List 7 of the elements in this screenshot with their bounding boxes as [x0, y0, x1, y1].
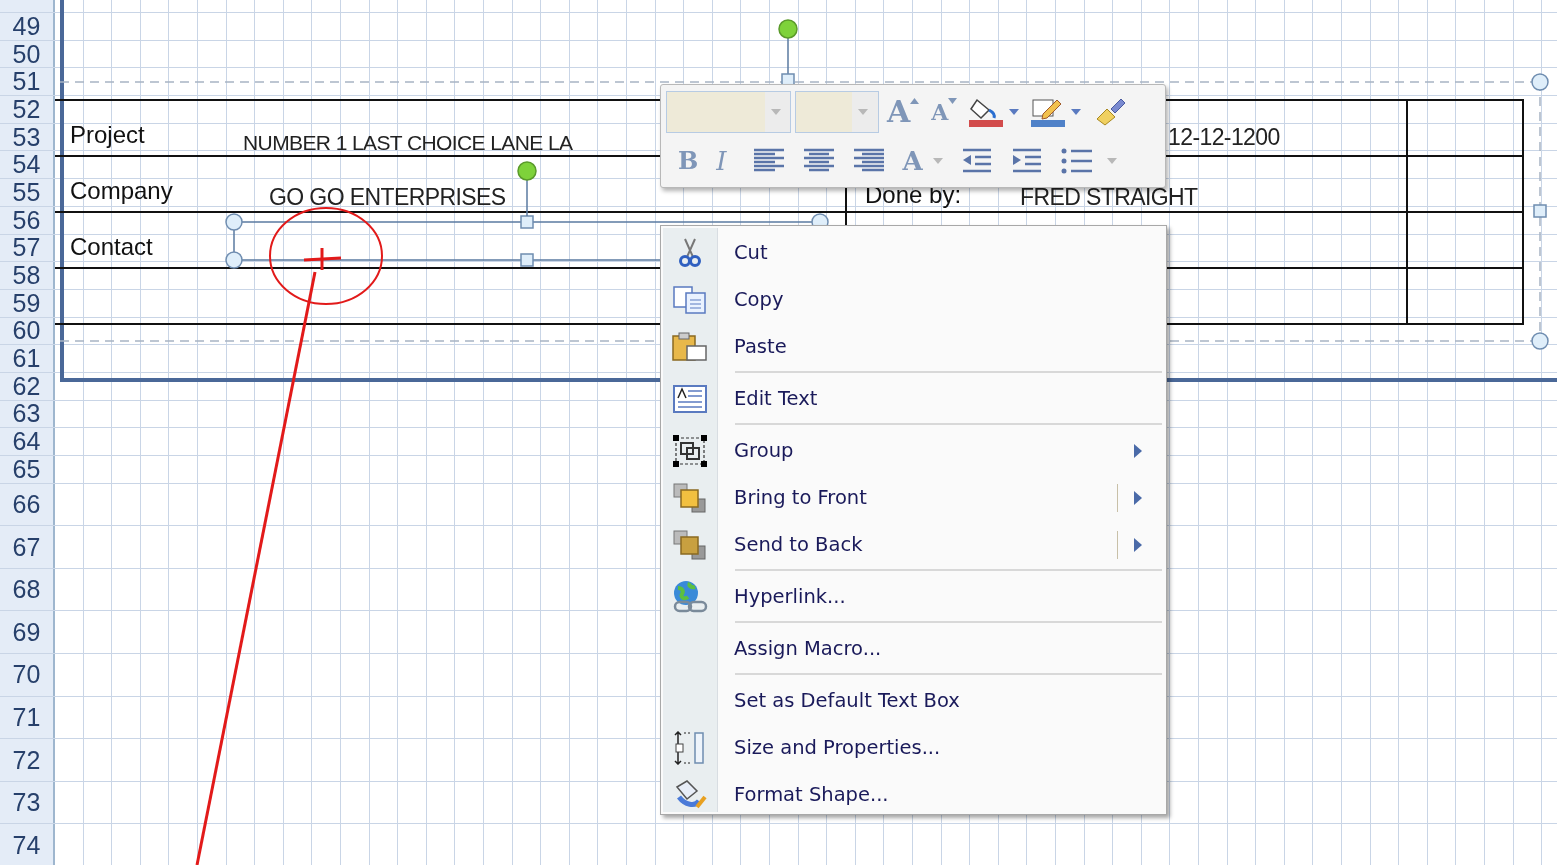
field-label: Project: [70, 121, 145, 149]
field-value: NUMBER 1 LAST CHOICE LANE LA: [243, 131, 573, 155]
field-label: Contact: [70, 233, 153, 261]
field-label: Company: [70, 177, 173, 205]
field-value: 12-12-1200: [1168, 124, 1280, 151]
field-value: FRED STRAIGHT: [1020, 184, 1198, 211]
field-value: GO GO ENTERPRISES: [269, 184, 506, 211]
